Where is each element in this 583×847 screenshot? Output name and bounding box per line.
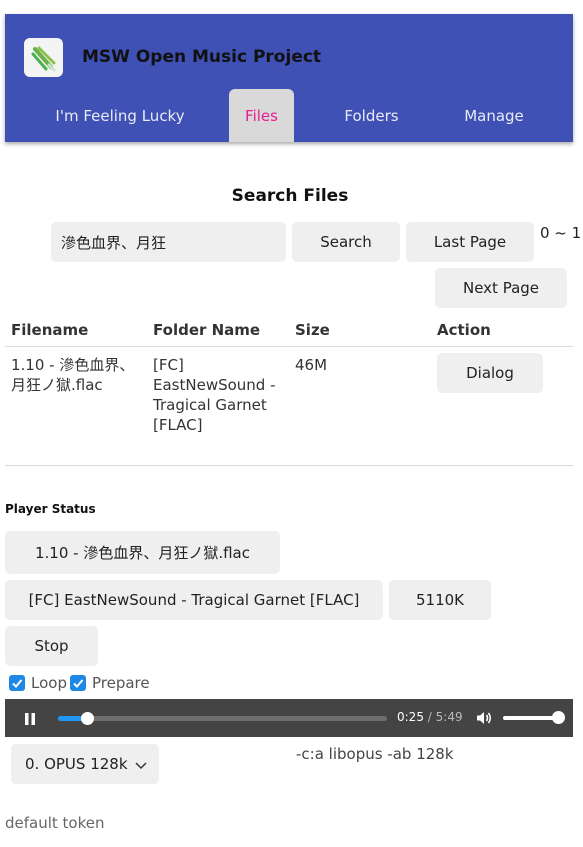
checkbox-checked-icon [9,675,25,691]
stop-button[interactable]: Stop [5,626,98,666]
search-title: Search Files [231,186,349,206]
header-action: Action [437,321,491,339]
volume-slider[interactable] [503,711,565,724]
audio-player: 0:25 / 5:49 [5,699,573,737]
dialog-button[interactable]: Dialog [437,353,543,393]
quality-selected-value: 0. OPUS 128k [25,755,128,773]
codec-args: -c:a libopus -ab 128k [296,745,454,763]
seek-handle[interactable] [80,712,94,725]
volume-handle[interactable] [552,711,565,724]
loop-label: Loop [31,674,67,692]
duration: 5:49 [435,710,463,724]
token-text: default token [5,814,105,832]
chevron-down-icon [135,757,147,770]
quality-select[interactable]: 0. OPUS 128k [11,744,159,784]
time-display: 0:25 / 5:49 [397,710,463,724]
header-filename: Filename [11,321,89,339]
tab-folders[interactable]: Folders [334,89,409,142]
bitrate-badge[interactable]: 5110K [389,580,491,620]
app-title: MSW Open Music Project [82,47,322,67]
current-time: 0:25 [397,710,424,724]
volume-icon[interactable] [475,709,493,727]
volume-level [503,716,558,720]
player-status-label: Player Status [5,502,96,516]
section-divider [5,465,573,466]
header-folder-name: Folder Name [153,321,261,339]
tab-feeling-lucky[interactable]: I'm Feeling Lucky [46,89,194,142]
pause-icon[interactable] [23,711,37,725]
now-playing-file[interactable]: 1.10 - 滲色血界、月狂ノ獄.flac [5,531,280,574]
cell-folder-name: [FC] EastNewSound - Tragical Garnet [FLA… [153,356,276,434]
search-button[interactable]: Search [292,222,400,262]
tab-files[interactable]: Files [229,89,294,142]
cell-size: 46M [295,356,328,374]
next-page-button[interactable]: Next Page [435,268,567,308]
header-size: Size [295,321,330,339]
cell-filename: 1.10 - 滲色血界、月狂ノ獄.flac [11,356,135,394]
checkbox-checked-icon [70,675,86,691]
table-divider [5,346,573,347]
last-page-button[interactable]: Last Page [406,222,534,262]
app-header: MSW Open Music Project I'm Feeling Lucky… [5,14,573,142]
app-logo-icon [24,38,63,77]
now-playing-folder[interactable]: [FC] EastNewSound - Tragical Garnet [FLA… [5,580,383,620]
page-range: 0 ~ 1 [540,224,582,242]
seek-slider[interactable] [58,712,387,725]
prepare-label: Prepare [92,674,150,692]
search-input[interactable]: 滲色血界、月狂 [51,222,286,262]
tab-manage[interactable]: Manage [455,89,533,142]
loop-checkbox[interactable]: Loop [9,674,67,692]
prepare-checkbox[interactable]: Prepare [70,674,150,692]
